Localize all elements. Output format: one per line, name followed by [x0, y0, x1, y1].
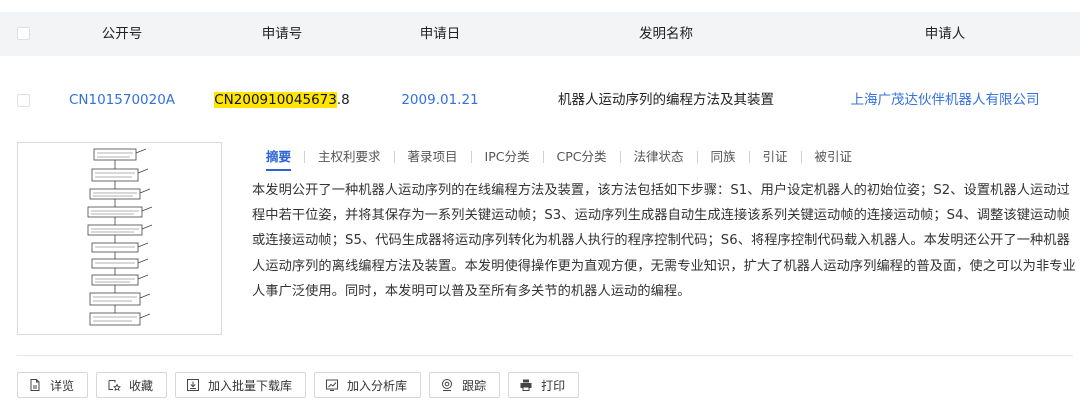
tab-ipc[interactable]: IPC分类: [472, 147, 543, 167]
application-no-suffix: .8: [336, 92, 350, 108]
favorite-icon: [108, 380, 122, 392]
batch-download-button[interactable]: 加入批量下载库: [175, 372, 307, 398]
abstract-text: 本发明公开了一种机器人运动序列的在线编程方法及装置，该方法包括如下步骤：S1、用…: [252, 183, 1076, 299]
tab-family[interactable]: 同族: [698, 147, 749, 167]
col-application-date[interactable]: 申请日: [380, 12, 500, 56]
favorite-label: 收藏: [129, 378, 154, 393]
document-icon: [30, 379, 40, 391]
chart-icon: [326, 379, 339, 391]
col-invention-title[interactable]: 发明名称: [566, 12, 766, 56]
download-icon: [187, 379, 200, 391]
track-button[interactable]: 跟踪: [429, 372, 501, 398]
tab-main-claim[interactable]: 主权利要求: [305, 147, 394, 167]
detail-button[interactable]: 详览: [17, 372, 89, 398]
select-all-checkbox[interactable]: [17, 27, 30, 40]
divider: [17, 355, 1073, 356]
detail-label: 详览: [50, 378, 75, 393]
application-no-highlight: CN200910045673: [214, 92, 337, 108]
tab-cpc[interactable]: CPC分类: [544, 147, 620, 167]
detail-tabs: 摘要 主权利要求 著录项目 IPC分类 CPC分类 法律状态 同族 引证 被引证: [252, 146, 866, 171]
print-button[interactable]: 打印: [508, 372, 580, 398]
tab-abstract[interactable]: 摘要: [252, 147, 304, 171]
flowchart-drawing: [87, 148, 153, 326]
application-no: CN200910045673.8: [214, 78, 350, 122]
analysis-label: 加入分析库: [347, 378, 408, 393]
print-label: 打印: [541, 378, 566, 393]
action-bar: 详览 收藏 加入批量下载库 加入分析库 跟踪 打印: [17, 372, 580, 398]
col-application-no[interactable]: 申请号: [222, 12, 342, 56]
col-applicant[interactable]: 申请人: [845, 12, 1045, 56]
track-icon: [442, 379, 453, 391]
table-header: 公开号 申请号 申请日 发明名称 申请人: [0, 12, 1080, 56]
table-row: CN101570020A CN200910045673.8 2009.01.21…: [0, 78, 1080, 122]
printer-icon: [520, 379, 532, 391]
track-label: 跟踪: [462, 378, 487, 393]
patent-drawing-thumbnail[interactable]: [17, 142, 222, 335]
publication-no-link[interactable]: CN101570020A: [62, 78, 182, 122]
row-checkbox[interactable]: [17, 94, 30, 107]
applicant-link[interactable]: 上海广茂达伙伴机器人有限公司: [820, 78, 1070, 122]
batch-download-label: 加入批量下载库: [208, 378, 293, 393]
tab-bibliographic[interactable]: 著录项目: [395, 147, 471, 167]
analysis-button[interactable]: 加入分析库: [314, 372, 422, 398]
tab-legal-status[interactable]: 法律状态: [621, 147, 697, 167]
invention-title: 机器人运动序列的编程方法及其装置: [558, 92, 774, 108]
col-publication-no[interactable]: 公开号: [62, 12, 182, 56]
favorite-button[interactable]: 收藏: [96, 372, 168, 398]
application-date-link[interactable]: 2009.01.21: [380, 78, 500, 122]
tab-citations[interactable]: 引证: [750, 147, 801, 167]
tab-cited-by[interactable]: 被引证: [802, 147, 866, 167]
